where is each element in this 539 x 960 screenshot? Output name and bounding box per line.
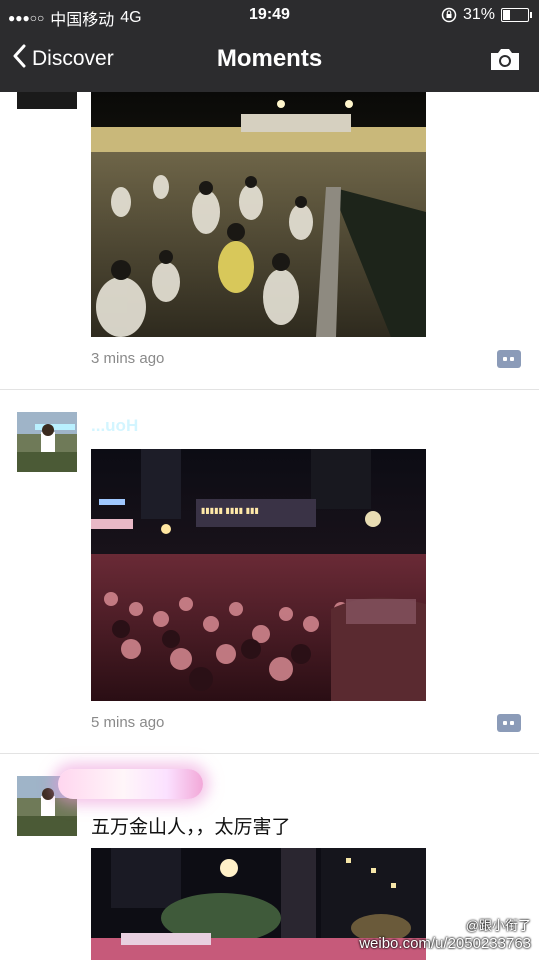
battery-icon (501, 8, 532, 22)
redacted-username (58, 769, 203, 799)
camera-button[interactable] (489, 46, 521, 77)
post-text: 五万金山人，，太厉害了 (91, 817, 291, 838)
camera-icon (489, 49, 521, 76)
lock-rotation-icon (441, 7, 457, 23)
status-bar: ●●●○○ 中国移动 4G 19:49 31% (0, 0, 539, 30)
post-photo[interactable]: ▮▮▮▮▮ ▮▮▮▮ ▮▮▮ (91, 449, 426, 701)
comment-icon[interactable] (497, 714, 521, 732)
post-divider (0, 389, 539, 390)
svg-text:▮▮▮▮▮ ▮▮▮▮ ▮▮▮: ▮▮▮▮▮ ▮▮▮▮ ▮▮▮ (201, 506, 259, 515)
post-timestamp: 5 mins ago (91, 714, 165, 731)
weibo-watermark: @跟小衔了 weibo.com/u/2050233763 (359, 914, 531, 952)
nav-bar: Discover Moments (0, 30, 539, 92)
post-divider (0, 753, 539, 754)
top-bar: ●●●○○ 中国移动 4G 19:49 31% Discover Moments (0, 0, 539, 92)
post-photo[interactable] (91, 92, 426, 337)
post-timestamp: 3 mins ago (91, 350, 165, 367)
battery-percent: 31% (462, 6, 495, 23)
crowd-photo-1 (91, 92, 426, 337)
page-title: Moments (216, 45, 323, 72)
comment-icon[interactable] (497, 350, 521, 368)
status-right: 31% (441, 6, 532, 24)
avatar[interactable] (17, 92, 77, 109)
watermark-handle: @跟小衔了 (465, 918, 531, 933)
crowd-photo-2: ▮▮▮▮▮ ▮▮▮▮ ▮▮▮ (91, 449, 426, 701)
battery-fill (503, 10, 510, 20)
moments-feed[interactable]: 3 mins ago ...uoH ▮▮▮▮▮ ▮▮▮▮ ▮▮▮ 5 mins … (0, 92, 539, 960)
watermark-handle-row: @跟小衔了 (434, 914, 531, 935)
post-username[interactable]: ...uoH (91, 416, 138, 436)
watermark-url: weibo.com/u/2050233763 (359, 935, 531, 952)
avatar[interactable] (17, 412, 77, 472)
weibo-icon (434, 914, 462, 935)
